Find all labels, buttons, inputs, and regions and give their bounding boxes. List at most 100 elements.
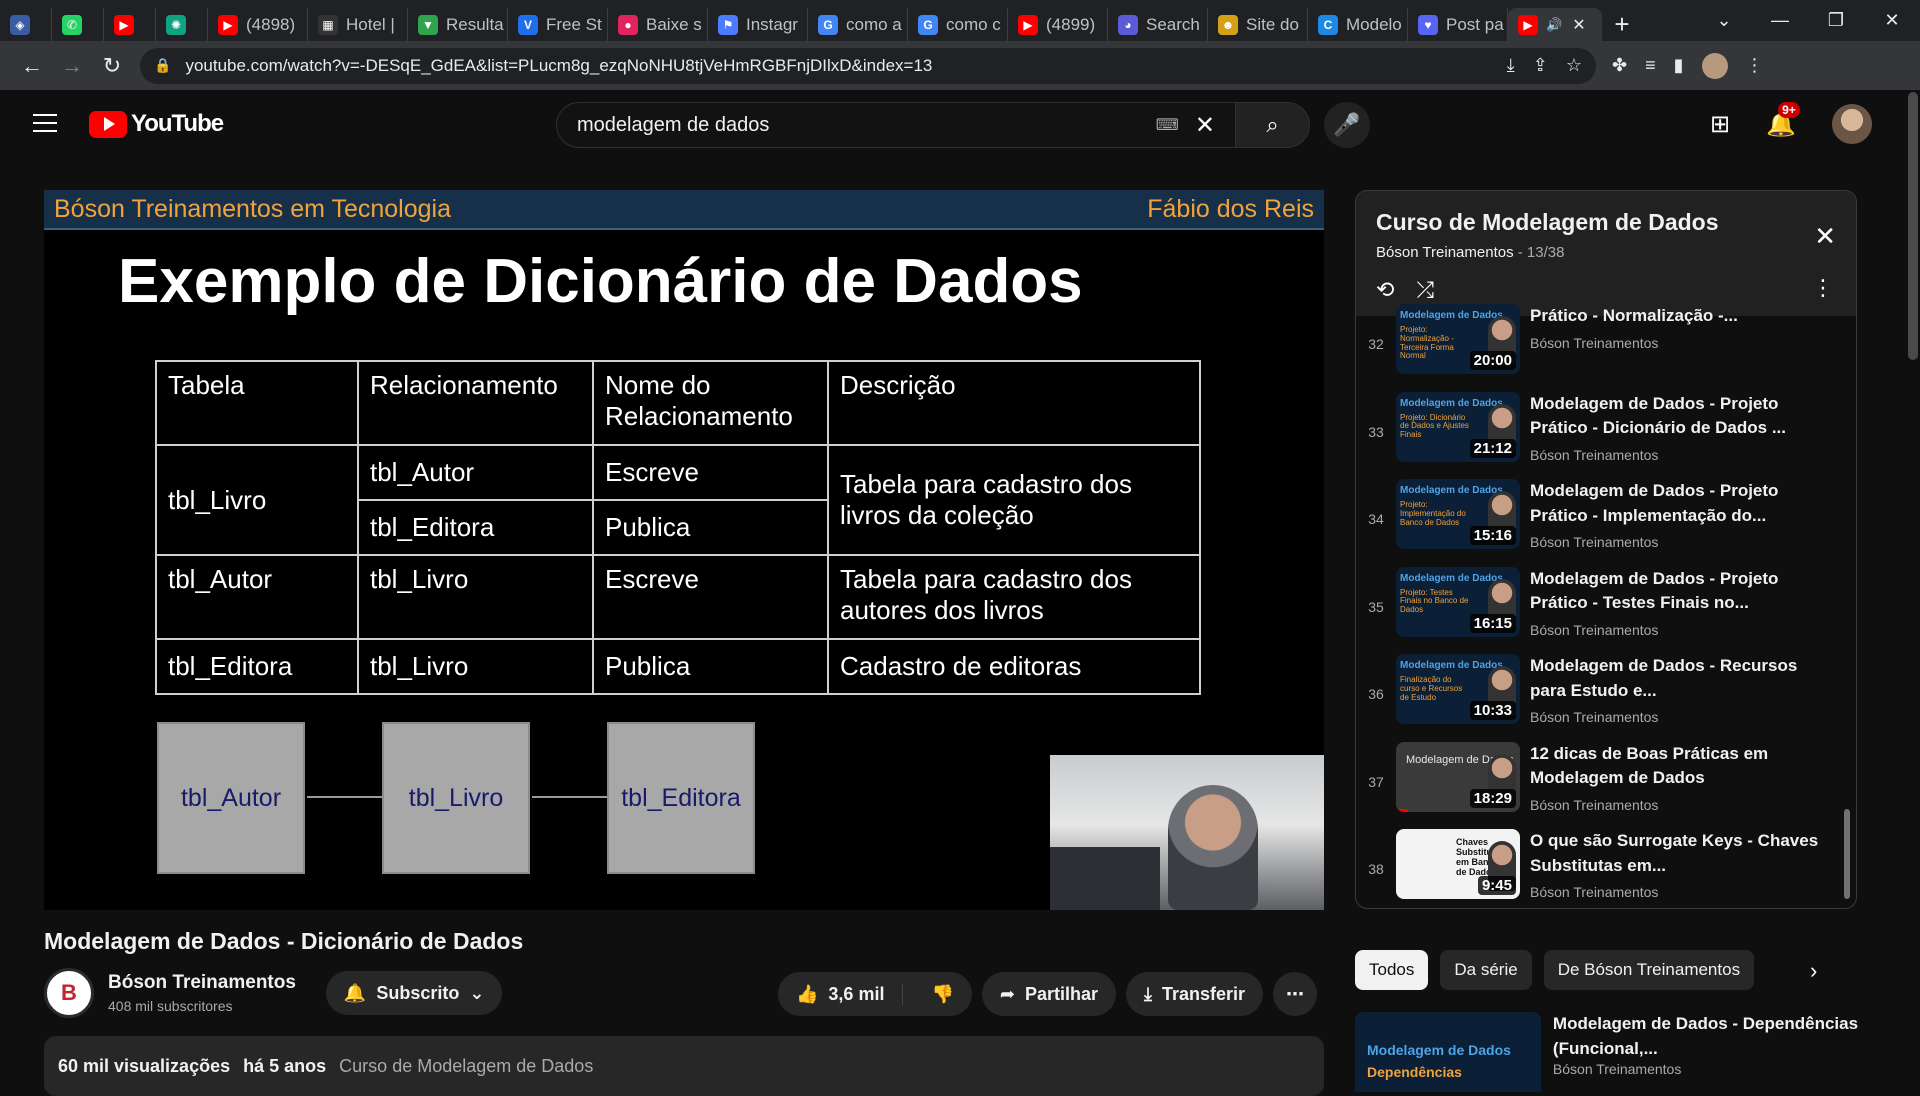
playlist-item[interactable]: 33 Modelagem de Dados Projeto: Dicionário … — [1356, 388, 1856, 476]
playlist-title[interactable]: Curso de Modelagem de Dados — [1376, 209, 1836, 236]
channel-name[interactable]: Bóson Treinamentos — [108, 972, 296, 994]
new-tab-button[interactable]: + — [1602, 8, 1642, 41]
browser-tab[interactable]: ▶ (4898) — [208, 8, 308, 41]
browser-tab[interactable]: ▼ Resulta — [408, 8, 508, 41]
playlist-scrollbar[interactable] — [1844, 809, 1850, 899]
subscribe-button[interactable]: 🔔 Subscrito ⌄ — [325, 971, 503, 1015]
filter-chip[interactable]: Da série — [1440, 950, 1532, 990]
profile-avatar[interactable] — [1701, 52, 1728, 79]
playlist-channel[interactable]: Bóson Treinamentos — [1376, 244, 1514, 261]
browser-tab[interactable]: C Modelo — [1308, 8, 1408, 41]
channel-avatar[interactable]: B — [44, 968, 94, 1018]
playlist-item[interactable]: 32 Modelagem de Dados Projeto: Normalizaçã… — [1356, 300, 1856, 388]
filter-chip[interactable]: De Bóson Treinamentos — [1543, 950, 1755, 990]
tab-list: ◈ ✆ ▶ ✺ ▶ (4898) ▦ Hotel | ▼ Resulta V Free St ● Baix… — [0, 0, 1508, 41]
search-input[interactable]: modelagem de dados ⌨ ✕ — [556, 102, 1236, 148]
browser-tab[interactable]: Gcomo c — [908, 8, 1008, 41]
download-button[interactable]: ⤓ Transferir — [1126, 972, 1264, 1016]
share-icon[interactable]: ⇪ — [1533, 55, 1548, 76]
chrome-menu-icon[interactable]: ⋮ — [1746, 55, 1764, 76]
playlist-item-title[interactable]: Prático - Normalização -... — [1530, 304, 1830, 329]
description-box[interactable]: 60 mil visualizações há 5 anos Curso de … — [44, 1036, 1324, 1096]
table-cell: tbl_Livro — [155, 444, 359, 556]
search-query[interactable]: modelagem de dados — [577, 114, 1156, 137]
playlist-item[interactable]: 36 Modelagem de Dados Finalização do curso… — [1356, 650, 1856, 738]
playlist-item-title[interactable]: Modelagem de Dados - Projeto Prático - D… — [1530, 392, 1830, 441]
youtube-logo[interactable]: YouTube — [89, 110, 224, 138]
browser-tab[interactable]: ♥ Post pa — [1408, 8, 1508, 41]
playlist-tag[interactable]: Curso de Modelagem de Dados — [339, 1056, 593, 1076]
playlist-item[interactable]: 35 Modelagem de Dados Projeto: Testes Fina… — [1356, 563, 1856, 651]
browser-tab[interactable]: ▦ Hotel | — [308, 8, 408, 41]
search-button[interactable]: ⌕ — [1236, 102, 1310, 148]
close-tab-icon[interactable]: ✕ — [1572, 15, 1585, 35]
playlist-item-title[interactable]: Modelagem de Dados - Projeto Prático - T… — [1530, 567, 1830, 616]
filter-chip[interactable]: Todos — [1355, 950, 1429, 990]
playlist-item[interactable]: 37 Modelagem de Dados 18:29 12 dicas de Boa… — [1356, 738, 1856, 826]
browser-tab[interactable]: ⚑ Instagr — [708, 8, 808, 41]
share-button[interactable]: ➦ Partilhar — [981, 972, 1116, 1016]
playlist-item-title[interactable]: O que são Surrogate Keys - Chaves Substi… — [1530, 829, 1830, 878]
close-window-button[interactable]: ✕ — [1864, 10, 1920, 31]
browser-tab[interactable]: ▶ — [104, 8, 156, 41]
media-control-icon[interactable]: ≡ — [1645, 55, 1656, 76]
tab-active[interactable]: ▶ 🔊 ✕ — [1508, 8, 1602, 41]
playlist-thumbnail[interactable]: Modelagem de Dados 18:29 — [1396, 741, 1520, 812]
browser-tab[interactable]: V Free St — [508, 8, 608, 41]
keyboard-icon[interactable]: ⌨ — [1156, 115, 1179, 135]
playlist-item-title[interactable]: 12 dicas de Boas Práticas em Modelagem d… — [1530, 742, 1830, 791]
account-avatar[interactable] — [1832, 104, 1872, 144]
recommended-video[interactable]: Modelagem de Dados Dependências Modelage… — [1355, 1012, 1920, 1092]
url-text[interactable]: youtube.com/watch?v=-DESqE_GdEA&list=PLu… — [185, 56, 1506, 76]
close-playlist-icon[interactable]: ✕ — [1814, 221, 1836, 252]
browser-tab[interactable]: ◕ Search — [1108, 8, 1208, 41]
share-label: Partilhar — [1024, 983, 1098, 1004]
tab-search-icon[interactable]: ⌄ — [1696, 10, 1752, 31]
install-icon[interactable]: ⤓ — [1507, 55, 1515, 76]
playlist-item[interactable]: 38 Chaves Substitutas em Bancos de Dados 9… — [1356, 825, 1856, 908]
address-bar[interactable]: 🔒 youtube.com/watch?v=-DESqE_GdEA&list=P… — [140, 47, 1596, 84]
clear-search-icon[interactable]: ✕ — [1195, 111, 1215, 140]
page-scrollbar[interactable] — [1908, 92, 1918, 360]
bookmark-star-icon[interactable]: ☆ — [1566, 55, 1582, 76]
browser-tab[interactable]: ● Baixe s — [608, 8, 708, 41]
restore-button[interactable]: ❐ — [1808, 10, 1864, 31]
hamburger-menu-icon[interactable] — [33, 114, 57, 138]
youtube-play-icon — [89, 110, 127, 138]
reload-button[interactable]: ↻ — [92, 46, 132, 86]
playlist-thumbnail[interactable]: Modelagem de Dados Projeto: Dicionário de… — [1396, 391, 1520, 462]
voice-search-button[interactable]: 🎤 — [1324, 102, 1370, 148]
browser-tab[interactable]: ▶ (4899) — [1008, 8, 1108, 41]
playlist-thumbnail[interactable]: Modelagem de Dados Finalização do curso e… — [1396, 654, 1520, 724]
recommended-thumbnail[interactable]: Modelagem de Dados Dependências — [1355, 1012, 1541, 1092]
playlist-thumbnail[interactable]: Modelagem de Dados Projeto: Normalização … — [1396, 304, 1520, 374]
lock-icon[interactable]: 🔒 — [154, 57, 171, 74]
tab-title: como c — [946, 14, 1001, 34]
browser-tab[interactable]: Gcomo a — [808, 8, 908, 41]
playlist-item-title[interactable]: Modelagem de Dados - Projeto Prático - I… — [1530, 479, 1830, 528]
side-panel-icon[interactable]: ▮ — [1674, 55, 1684, 76]
table-cell: Publica — [592, 499, 829, 556]
minimize-button[interactable]: — — [1752, 10, 1808, 31]
browser-tab[interactable]: ☻ Site do — [1208, 8, 1308, 41]
back-button[interactable]: ← — [12, 46, 52, 86]
video-player[interactable]: Bóson Treinamentos em Tecnologia Fábio d… — [44, 190, 1324, 910]
browser-tab[interactable]: ✺ — [156, 8, 208, 41]
notifications-bell-icon[interactable]: 🔔 9+ — [1766, 101, 1800, 139]
playlist-thumbnail[interactable]: Modelagem de Dados Projeto: Implementação… — [1396, 479, 1520, 549]
more-actions-button[interactable]: ⋯ — [1273, 972, 1318, 1016]
playlist-thumbnail[interactable]: Chaves Substitutas em Bancos de Dados 9:4… — [1396, 829, 1520, 899]
extensions-icon[interactable]: ✤ — [1612, 55, 1627, 76]
chevron-right-icon[interactable]: › — [1810, 958, 1817, 984]
browser-tab[interactable]: ✆ — [52, 8, 104, 41]
browser-tab[interactable]: ◈ — [0, 8, 52, 41]
forward-button[interactable]: → — [52, 46, 92, 86]
recommended-title[interactable]: Modelagem de Dados - Dependências (Funci… — [1553, 1012, 1920, 1061]
like-button[interactable]: 👍 3,6 mil — [778, 983, 904, 1005]
dislike-button[interactable]: 👎 — [913, 984, 971, 1005]
playlist-item[interactable]: 34 Modelagem de Dados Projeto: Implementaç… — [1356, 475, 1856, 563]
playlist-menu-icon[interactable]: ⋮ — [1812, 275, 1834, 301]
create-video-icon[interactable]: ⊞ — [1710, 110, 1730, 139]
playlist-item-title[interactable]: Modelagem de Dados - Recursos para Estud… — [1530, 654, 1830, 703]
playlist-thumbnail[interactable]: Modelagem de Dados Projeto: Testes Finais… — [1396, 566, 1520, 637]
